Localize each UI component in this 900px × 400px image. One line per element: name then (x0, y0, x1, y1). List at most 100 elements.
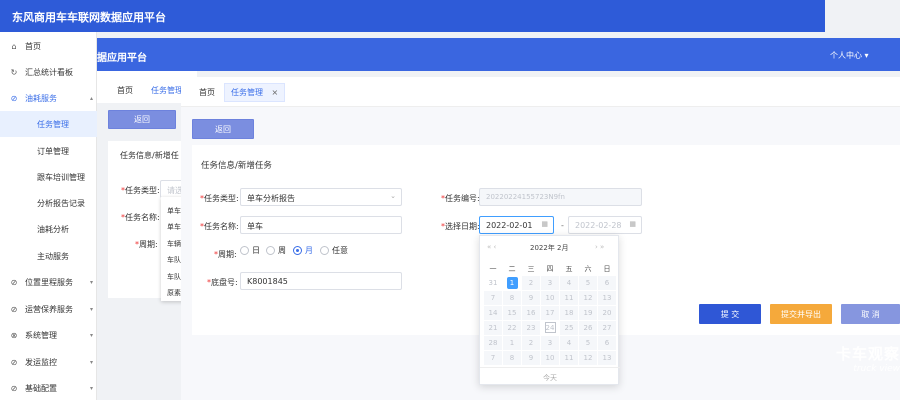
calendar-day[interactable]: 10 (541, 291, 559, 305)
calendar-day[interactable]: 2 (522, 276, 540, 290)
sidebar-item-fuel-service[interactable]: ⊘ 油耗服务 ▴ (0, 85, 97, 111)
calendar-day[interactable]: 20 (598, 306, 616, 320)
calendar-day[interactable]: 14 (484, 306, 502, 320)
calendar-day[interactable]: 16 (522, 306, 540, 320)
task-type-label: *任务类型: (200, 194, 239, 203)
sidebar-item-label: 订单管理 (37, 146, 69, 156)
user-center-menu[interactable]: 个人中心 ▾ (830, 50, 869, 61)
calendar-day[interactable]: 23 (522, 321, 540, 335)
tab-home[interactable]: 首页 (199, 87, 215, 98)
sidebar-item-dashboard[interactable]: ↻ 汇总统计看板 (0, 59, 97, 85)
task-name-input[interactable]: 单车 (240, 216, 402, 234)
weekday-header: 三 (527, 265, 535, 273)
calendar-day[interactable]: 2 (522, 336, 540, 350)
calendar-day[interactable]: 28 (484, 336, 502, 350)
submit-export-button[interactable]: 提交并导出 (770, 304, 832, 324)
calendar-day[interactable]: 1 (503, 336, 521, 350)
period-radio-any[interactable]: 任意 (320, 245, 348, 256)
dropdown-option[interactable]: 车队 (167, 272, 181, 282)
sidebar-item-system[interactable]: ⊗ 系统管理 ▾ (0, 322, 97, 348)
calendar-day[interactable]: 8 (503, 351, 521, 365)
calendar-day-label: 14 (488, 309, 498, 317)
today-button[interactable]: 今天 (480, 367, 620, 383)
calendar-day[interactable]: 12 (579, 351, 597, 365)
calendar-day[interactable]: 24 (541, 321, 559, 335)
calendar-day[interactable]: 11 (560, 291, 578, 305)
sidebar-item-active-service[interactable]: 主动服务 (0, 243, 97, 269)
app-header: 东风商用车车联网数据应用平台 (0, 0, 825, 32)
dropdown-option[interactable]: 单车 (167, 222, 181, 232)
calendar-day[interactable]: 31 (484, 276, 502, 290)
calendar-day[interactable]: 13 (598, 291, 616, 305)
sidebar-item-maintenance[interactable]: ⊘ 运营保养服务 ▾ (0, 296, 97, 322)
date-label: *选择日期: (441, 222, 480, 231)
back-button[interactable]: 返回 (192, 119, 254, 139)
submit-button[interactable]: 提 交 (699, 304, 761, 324)
tab-home[interactable]: 首页 (117, 85, 133, 96)
start-date-input[interactable]: 2022-02-01 ▦ (479, 216, 554, 234)
calendar-day[interactable]: 27 (598, 321, 616, 335)
calendar-day[interactable]: 25 (560, 321, 578, 335)
calendar-day-label: 19 (583, 309, 593, 317)
sidebar-item-location-mileage[interactable]: ⊘ 位置里程服务 ▾ (0, 269, 97, 295)
dropdown-option[interactable]: 原素 (167, 288, 181, 298)
chevron-down-icon: ⌄ (390, 192, 396, 200)
sidebar-item-shipping[interactable]: ⊘ 发运监控 ▾ (0, 349, 97, 375)
calendar-day[interactable]: 21 (484, 321, 502, 335)
back-button[interactable]: 返回 (108, 110, 176, 129)
calendar-day[interactable]: 6 (598, 276, 616, 290)
dropdown-option[interactable]: 车队 (167, 255, 181, 265)
sidebar-item-task-management[interactable]: 任务管理 (0, 111, 97, 137)
calendar-day[interactable]: 11 (560, 351, 578, 365)
calendar-day[interactable]: 5 (579, 276, 597, 290)
dropdown-option[interactable]: 单车 (167, 206, 181, 216)
calendar-day[interactable]: 10 (541, 351, 559, 365)
period-radio-month[interactable]: 月 (293, 245, 313, 256)
sidebar-item-home[interactable]: ⌂ 首页 (0, 33, 97, 59)
sidebar-item-order-management[interactable]: 订单管理 (0, 138, 97, 164)
close-icon[interactable]: × (272, 88, 279, 97)
next-nav-icons[interactable]: › » (595, 243, 604, 251)
calendar-day[interactable]: 13 (598, 351, 616, 365)
calendar-day[interactable]: 7 (484, 291, 502, 305)
sidebar-item-fuel-analysis[interactable]: 油耗分析 (0, 216, 97, 242)
period-radio-week[interactable]: 周 (266, 245, 286, 256)
radio-circle (293, 246, 302, 255)
tab-label: 任务管理 (231, 88, 263, 97)
calendar-icon: ▦ (629, 220, 636, 228)
calendar-day[interactable]: 22 (503, 321, 521, 335)
chassis-input[interactable]: K8001845 (240, 272, 402, 290)
calendar-day[interactable]: 4 (560, 276, 578, 290)
end-date-input[interactable]: 2022-02-28 ▦ (568, 216, 642, 234)
sidebar-item-report-records[interactable]: 分析报告记录 (0, 190, 97, 216)
task-type-select[interactable]: 单车分析报告 ⌄ (240, 188, 402, 206)
weekday-header: 五 (565, 265, 573, 273)
dropdown-option[interactable]: 车辆 (167, 239, 181, 249)
calendar-day[interactable]: 19 (579, 306, 597, 320)
calendar-day-label: 21 (488, 324, 498, 332)
calendar-day[interactable]: 18 (560, 306, 578, 320)
calendar-day[interactable]: 5 (579, 336, 597, 350)
calendar-day[interactable]: 12 (579, 291, 597, 305)
calendar-day[interactable]: 26 (579, 321, 597, 335)
calendar-day[interactable]: 3 (541, 276, 559, 290)
sidebar-item-base-config[interactable]: ⊘ 基础配置 ▾ (0, 375, 97, 400)
calendar-day[interactable]: 8 (503, 291, 521, 305)
calendar-day[interactable]: 7 (484, 351, 502, 365)
calendar-day[interactable]: 6 (598, 336, 616, 350)
calendar-day-label: 12 (583, 294, 593, 302)
calendar-day[interactable]: 3 (541, 336, 559, 350)
calendar-day[interactable]: 9 (522, 351, 540, 365)
sidebar-item-training[interactable]: 跟车培训管理 (0, 164, 97, 190)
cancel-button[interactable]: 取 消 (841, 304, 900, 324)
calendar-day[interactable]: 17 (541, 306, 559, 320)
calendar-day[interactable]: 9 (522, 291, 540, 305)
prev-nav-icons[interactable]: « ‹ (487, 243, 496, 251)
calendar-day[interactable]: 4 (560, 336, 578, 350)
tab-task-management[interactable]: 任务管理 × (224, 83, 286, 102)
tab-task-management[interactable]: 任务管理 (151, 85, 183, 96)
calendar-day[interactable]: 15 (503, 306, 521, 320)
calendar-day[interactable]: 1 (503, 276, 521, 290)
period-radio-day[interactable]: 日 (240, 245, 260, 256)
chassis-label: *底盘号: (207, 278, 238, 287)
